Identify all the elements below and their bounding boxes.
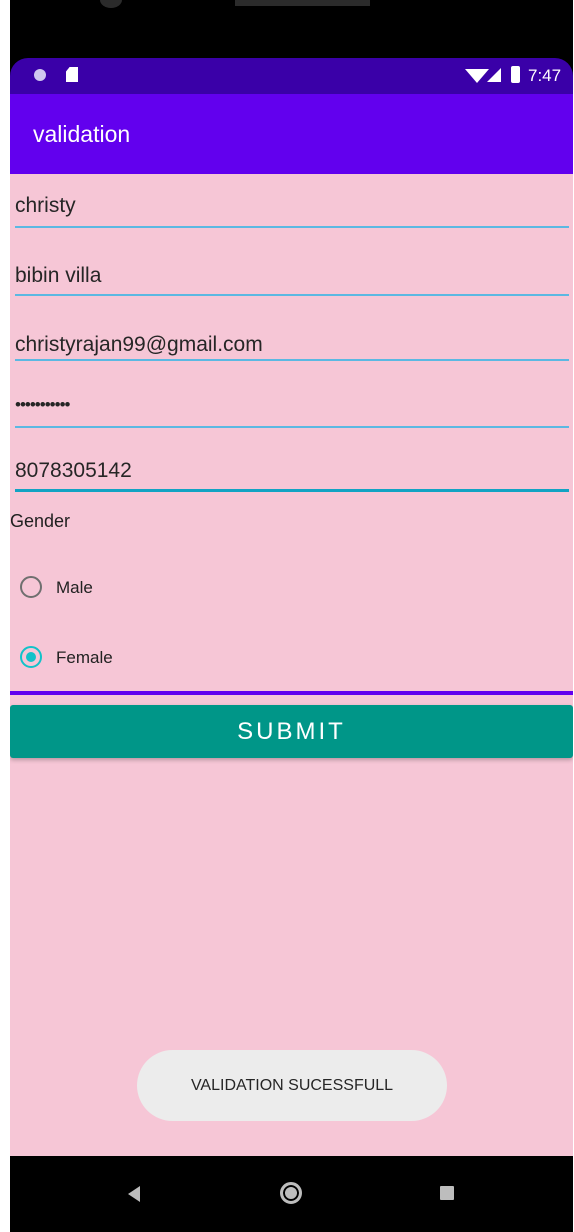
email-field[interactable]: christyrajan99@gmail.com bbox=[15, 298, 569, 362]
signal-icon bbox=[487, 68, 501, 82]
name-field-value: christy bbox=[15, 194, 76, 217]
phone-field[interactable]: 8078305142 bbox=[15, 430, 569, 494]
wifi-icon bbox=[465, 69, 489, 83]
app-bar: validation bbox=[10, 94, 573, 174]
camera-notch bbox=[100, 0, 122, 8]
home-icon[interactable] bbox=[280, 1182, 302, 1204]
sd-card-icon bbox=[66, 67, 78, 82]
divider bbox=[10, 691, 573, 695]
navigation-bar bbox=[10, 1156, 573, 1232]
radio-male-label: Male bbox=[56, 578, 93, 597]
phone-field-value: 8078305142 bbox=[15, 459, 132, 482]
recents-icon[interactable] bbox=[440, 1186, 454, 1200]
status-time: 7:47 bbox=[528, 66, 562, 85]
toast-message: VALIDATION SUCESSFULL bbox=[137, 1050, 447, 1121]
app-title: validation bbox=[33, 121, 131, 147]
back-icon[interactable] bbox=[128, 1186, 140, 1202]
address-field[interactable]: bibin villa bbox=[15, 230, 569, 298]
password-field-value: ••••••••••• bbox=[15, 395, 70, 414]
speaker-grille bbox=[235, 0, 370, 6]
password-field[interactable]: ••••••••••• bbox=[15, 362, 569, 430]
phone-frame: 7:47 validation christy bibin villa chri… bbox=[10, 0, 573, 1232]
notification-dot-icon bbox=[34, 69, 46, 81]
top-bezel bbox=[10, 0, 573, 58]
status-bar: 7:47 bbox=[10, 58, 573, 94]
address-field-underline bbox=[15, 294, 569, 296]
radio-female[interactable]: Female bbox=[18, 642, 218, 682]
radio-female-label: Female bbox=[56, 648, 113, 667]
radio-female-circle[interactable] bbox=[20, 646, 42, 668]
phone-field-underline bbox=[15, 489, 569, 492]
email-field-value: christyrajan99@gmail.com bbox=[15, 333, 263, 356]
name-field-underline bbox=[15, 226, 569, 228]
name-field[interactable]: christy bbox=[15, 174, 569, 230]
form-content: christy bibin villa christyrajan99@gmail… bbox=[10, 174, 573, 1156]
address-field-value: bibin villa bbox=[15, 264, 102, 287]
email-field-underline bbox=[15, 359, 569, 361]
battery-icon bbox=[511, 66, 520, 83]
submit-button[interactable]: SUBMIT bbox=[10, 705, 573, 758]
password-field-underline bbox=[15, 426, 569, 428]
radio-male[interactable]: Male bbox=[18, 572, 218, 612]
gender-label: Gender bbox=[10, 511, 71, 531]
radio-male-circle[interactable] bbox=[20, 576, 42, 598]
